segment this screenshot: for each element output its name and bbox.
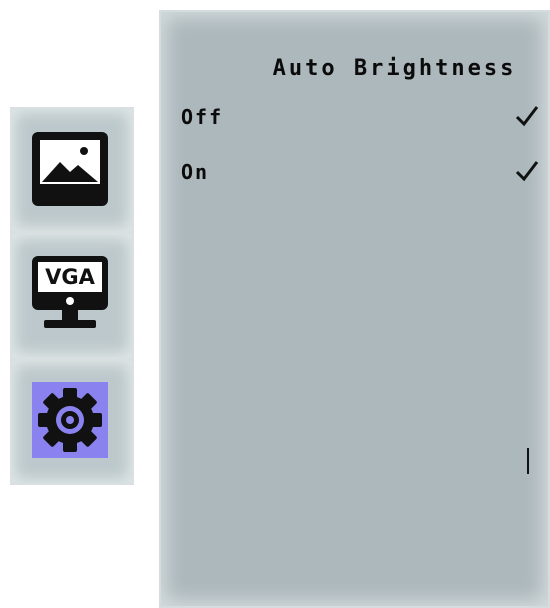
checkmark-icon — [515, 160, 539, 186]
option-label: Off — [181, 105, 224, 129]
option-on[interactable]: On — [181, 156, 541, 186]
option-label: On — [181, 160, 210, 184]
picture-icon — [32, 130, 108, 208]
option-off[interactable]: Off — [181, 101, 541, 131]
checkmark-icon — [515, 105, 539, 131]
settings-panel: Auto Brightness Off On — [159, 10, 550, 608]
vga-label: VGA — [38, 262, 102, 292]
sidebar-item-settings[interactable] — [10, 359, 134, 485]
osd-sidebar: VGA — [10, 107, 134, 485]
sidebar-item-vga[interactable]: VGA — [10, 233, 134, 359]
vga-monitor-icon: VGA — [32, 256, 108, 334]
gear-icon — [32, 382, 108, 460]
scroll-indicator — [527, 448, 529, 474]
sidebar-item-picture[interactable] — [10, 107, 134, 233]
panel-title: Auto Brightness — [272, 56, 517, 81]
